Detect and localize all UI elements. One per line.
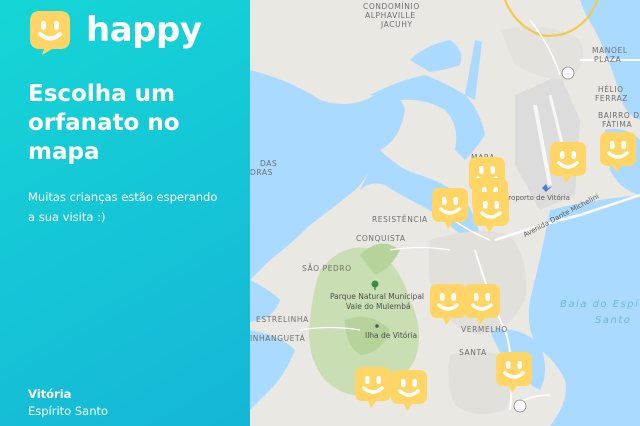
map-label: JACUHY — [381, 20, 413, 29]
map-label: FERRAZ — [595, 94, 629, 103]
map-label: Ilha de Vitória — [365, 331, 418, 340]
map-label: Baía do Espí — [560, 299, 640, 310]
orphanage-marker-icon[interactable] — [462, 282, 502, 326]
map-label: CONDOMÍNIO — [363, 2, 420, 11]
orphanage-marker-icon[interactable] — [548, 140, 588, 184]
map-label: VERMELHO — [461, 325, 508, 334]
map-label: ESTRELINHA — [256, 315, 309, 324]
map-label: SÃO PEDRO — [302, 264, 352, 273]
orphanage-marker-icon[interactable] — [353, 365, 393, 409]
map[interactable]: CONDOMÍNIO ALPHAVILLE JACUHY MANOEL PLAZ… — [250, 0, 640, 426]
orphanage-marker-icon[interactable] — [389, 368, 429, 412]
location-city: Vitória — [28, 387, 72, 401]
brand-name: happy — [86, 10, 202, 50]
map-label: DRAS — [250, 168, 273, 177]
map-label: MANOEL — [592, 46, 628, 55]
map-label: SANTA — [459, 348, 487, 357]
map-label: Vale do Mulembá — [346, 302, 411, 311]
map-label: FÁTIMA — [602, 120, 633, 129]
brand[interactable]: happy — [28, 6, 222, 58]
orphanage-marker-icon[interactable] — [430, 186, 470, 230]
sidebar: happy Escolha um orfanato no mapa Muitas… — [0, 0, 250, 426]
map-label: Santo — [595, 315, 632, 326]
map-label: INHANGUETÁ — [250, 334, 306, 343]
page-description: Muitas crianças estão esperando a sua vi… — [28, 190, 218, 224]
map-label: BAIRRO DE — [598, 111, 640, 120]
location-footer: Vitória Espírito Santo — [28, 386, 108, 420]
orphanage-marker-icon[interactable] — [494, 350, 534, 394]
orphanage-marker-icon[interactable] — [471, 190, 511, 234]
map-label: HÉLIO — [598, 85, 624, 94]
map-label: CONQUISTA — [356, 234, 406, 243]
map-label: ALPHAVILLE — [365, 11, 416, 20]
orphanage-marker-icon[interactable] — [598, 130, 638, 174]
location-state: Espírito Santo — [28, 404, 109, 418]
map-label: RESISTÊNCIA — [372, 215, 428, 224]
map-label: Parque Natural Municipal — [330, 292, 425, 301]
page-title: Escolha um orfanato no mapa — [28, 81, 180, 165]
map-label: DAS — [260, 159, 278, 168]
map-label: eroporto de Vitória — [504, 194, 570, 202]
map-label: PLAZA — [594, 55, 622, 64]
happy-logo-icon — [30, 11, 70, 55]
